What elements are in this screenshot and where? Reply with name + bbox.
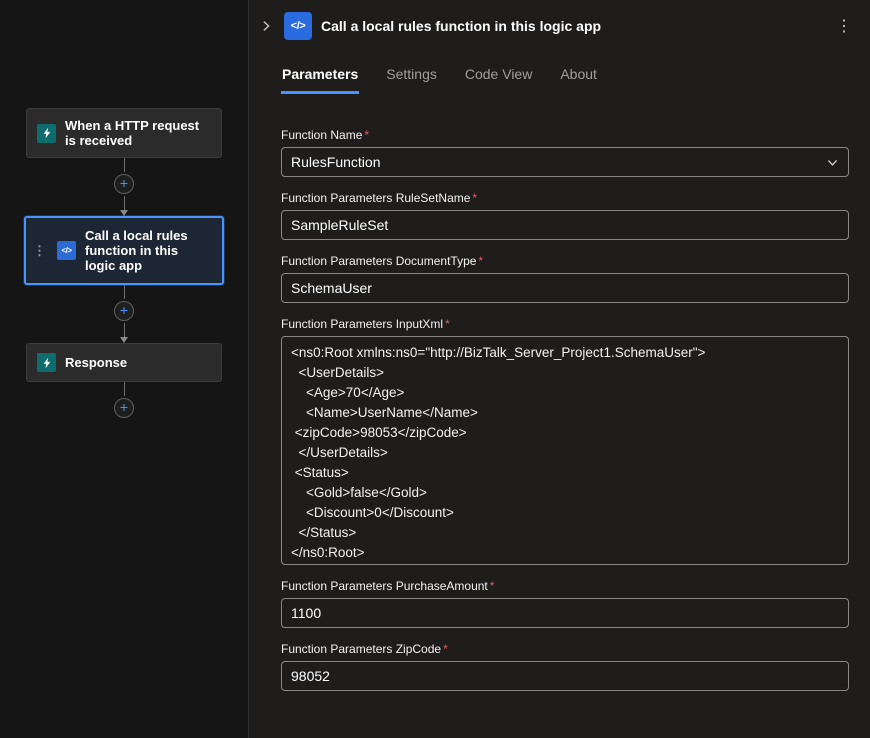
tab-bar: Parameters Settings Code View About [281,66,870,94]
tab-settings[interactable]: Settings [385,66,438,94]
field-label: Function Parameters DocumentType* [281,254,849,268]
ruleset-name-input[interactable] [281,210,849,240]
purchase-amount-input[interactable] [281,598,849,628]
input-xml-textarea[interactable]: <ns0:Root xmlns:ns0="http://BizTalk_Serv… [281,336,849,565]
connector: + [114,158,134,216]
field-label: Function Name* [281,128,849,142]
parameters-form: Function Name* RulesFunction Function Pa… [249,94,870,691]
panel-title: Call a local rules function in this logi… [321,18,821,34]
drag-handle-icon[interactable]: ⋮ [30,244,48,257]
tab-parameters[interactable]: Parameters [281,66,359,94]
node-title: Call a local rules function in this logi… [85,228,212,273]
tab-code-view[interactable]: Code View [464,66,533,94]
parameters-panel: </> Call a local rules function in this … [249,0,870,738]
required-asterisk: * [445,317,450,331]
field-function-name: Function Name* RulesFunction [281,128,849,177]
edge-line [124,285,125,299]
required-asterisk: * [490,579,495,593]
label-text: Function Name [281,128,362,142]
zip-code-input[interactable] [281,661,849,691]
field-zip-code: Function Parameters ZipCode* [281,642,849,691]
required-asterisk: * [443,642,448,656]
label-text: Function Parameters PurchaseAmount [281,579,488,593]
field-document-type: Function Parameters DocumentType* [281,254,849,303]
field-label: Function Parameters InputXml* [281,317,849,331]
tab-about[interactable]: About [559,66,598,94]
workflow-canvas: When a HTTP request is received + ⋮ </> … [0,0,249,738]
document-type-input[interactable] [281,273,849,303]
http-request-icon [37,124,56,143]
field-label: Function Parameters RuleSetName* [281,191,849,205]
edge-line [124,382,125,396]
insert-step-button[interactable]: + [114,301,134,321]
collapse-panel-button[interactable] [257,17,275,35]
node-call-rules-function[interactable]: ⋮ </> Call a local rules function in thi… [24,216,224,285]
code-icon: </> [284,12,312,40]
response-icon [37,353,56,372]
node-title: When a HTTP request is received [65,118,211,148]
label-text: Function Parameters InputXml [281,317,443,331]
edge-line [124,323,125,337]
required-asterisk: * [478,254,483,268]
add-step-button[interactable]: + [114,398,134,418]
field-ruleset-name: Function Parameters RuleSetName* [281,191,849,240]
label-text: Function Parameters RuleSetName [281,191,470,205]
field-purchase-amount: Function Parameters PurchaseAmount* [281,579,849,628]
field-input-xml: Function Parameters InputXml* <ns0:Root … [281,317,849,565]
node-response[interactable]: Response [26,343,222,382]
insert-step-button[interactable]: + [114,174,134,194]
function-name-dropdown[interactable]: RulesFunction [281,147,849,177]
node-title: Response [65,355,127,370]
field-label: Function Parameters PurchaseAmount* [281,579,849,593]
edge-line [124,196,125,210]
connector-tail: + [114,382,134,420]
label-text: Function Parameters DocumentType [281,254,476,268]
required-asterisk: * [472,191,477,205]
edge-line [124,158,125,172]
required-asterisk: * [364,128,369,142]
chevron-down-icon [826,156,839,169]
connector: + [114,285,134,343]
function-name-value: RulesFunction [291,154,381,170]
node-http-request-trigger[interactable]: When a HTTP request is received [26,108,222,158]
label-text: Function Parameters ZipCode [281,642,441,656]
panel-header: </> Call a local rules function in this … [249,0,870,40]
code-icon: </> [57,241,76,260]
field-label: Function Parameters ZipCode* [281,642,849,656]
more-options-icon[interactable]: ⋮ [830,14,858,38]
